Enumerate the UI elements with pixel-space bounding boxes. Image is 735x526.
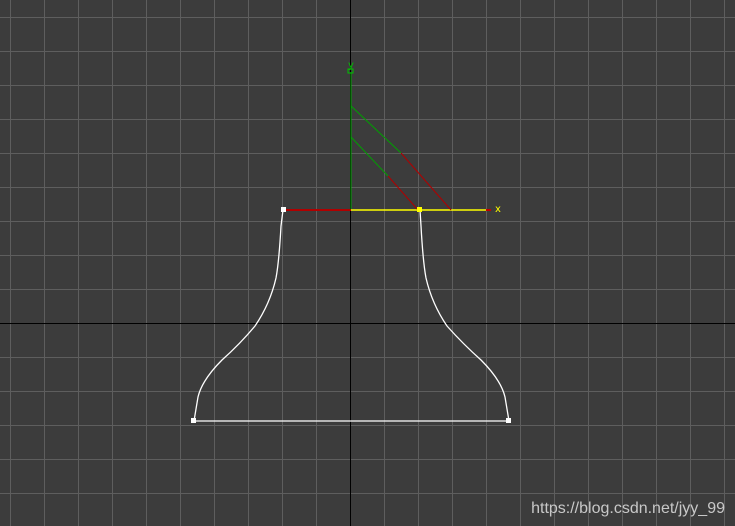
grid (0, 0, 735, 526)
spline-curve[interactable] (193, 209, 510, 422)
gizmo-plane-handle-inner[interactable] (350, 136, 389, 177)
vertex-top-left[interactable] (281, 207, 286, 212)
gizmo-x-label: x (495, 204, 501, 215)
gizmo-plane-handle-outer[interactable] (350, 105, 402, 154)
watermark-text: https://blog.csdn.net/jyy_99 (531, 500, 725, 517)
world-axes (0, 0, 735, 526)
vertex-top-right-selected[interactable] (417, 207, 422, 212)
gizmo-plane-handle-outer-red[interactable] (400, 152, 452, 211)
spline-shape[interactable] (193, 209, 510, 422)
orthographic-viewport[interactable]: x y https://blog.csdn.net/jyy_99 (0, 0, 735, 526)
vertex-bottom-right[interactable] (506, 418, 511, 423)
vertex-bottom-left[interactable] (191, 418, 196, 423)
viewport-canvas[interactable]: x y (0, 0, 735, 526)
gizmo-plane-handle-inner-red[interactable] (387, 175, 419, 211)
